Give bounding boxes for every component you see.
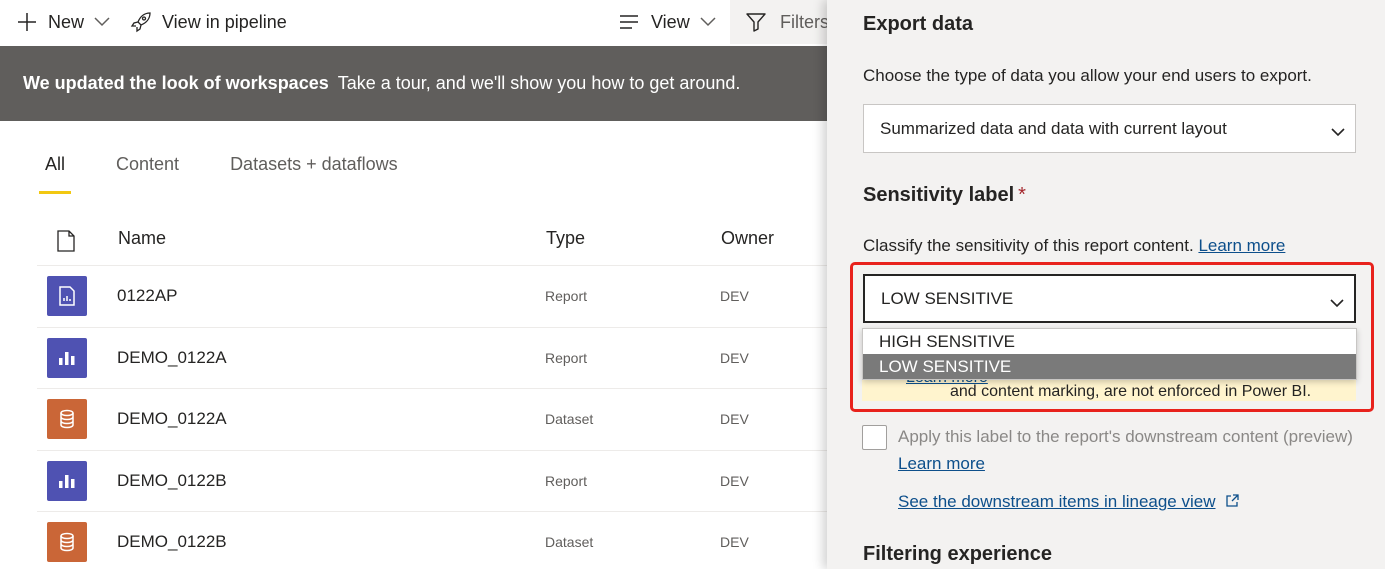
banner-text: Take a tour, and we'll show you how to g… — [337, 73, 741, 93]
item-type: Report — [545, 349, 588, 366]
column-type[interactable]: Type — [546, 228, 585, 249]
item-type: Report — [545, 288, 588, 304]
item-type: Report — [545, 472, 588, 489]
tab-datasets-dataflows[interactable]: Datasets + dataflows — [222, 150, 406, 186]
item-owner: DEV — [720, 349, 749, 366]
export-data-select[interactable]: Summarized data and data with current la… — [863, 104, 1356, 153]
item-type: Dataset — [545, 411, 594, 427]
item-type: Dataset — [545, 534, 594, 550]
new-button[interactable]: New — [16, 0, 110, 44]
required-marker: * — [1018, 184, 1026, 206]
filter-icon — [746, 12, 766, 32]
filters-button[interactable]: Filters — [730, 0, 830, 44]
tab-content[interactable]: Content — [108, 150, 187, 186]
view-in-pipeline-button[interactable]: View in pipeline — [130, 0, 287, 44]
item-name[interactable]: DEMO_0122A — [117, 409, 227, 429]
view-in-pipeline-label: View in pipeline — [162, 11, 287, 32]
export-data-heading: Export data — [863, 13, 974, 35]
sensitivity-label-heading: Sensitivity label * — [863, 184, 1026, 207]
export-data-description: Choose the type of data you allow your e… — [863, 66, 1312, 85]
report-chart-icon — [47, 337, 87, 378]
item-name[interactable]: DEMO_0122A — [117, 348, 227, 368]
table-row[interactable]: DEMO_0122B Report DEV — [37, 451, 837, 512]
view-button[interactable]: View — [619, 0, 716, 44]
plus-icon — [16, 11, 38, 33]
sensitivity-description-text: Classify the sensitivity of this report … — [863, 236, 1194, 255]
downstream-label-checkbox[interactable] — [862, 425, 887, 450]
table-row[interactable]: DEMO_0122A Dataset DEV — [37, 389, 837, 451]
chevron-down-icon — [1331, 122, 1345, 142]
highlight-annotation-box — [850, 262, 1374, 412]
item-owner: DEV — [720, 534, 749, 550]
rocket-icon — [130, 11, 152, 33]
downstream-checkbox-label: Apply this label to the report's downstr… — [898, 427, 1353, 446]
lineage-view-link[interactable]: See the downstream items in lineage view — [898, 492, 1216, 512]
view-label: View — [651, 11, 690, 32]
dataset-icon — [47, 399, 87, 439]
sensitivity-description: Classify the sensitivity of this report … — [863, 236, 1285, 256]
lineage-view-link-row[interactable]: See the downstream items in lineage view — [898, 492, 1239, 512]
column-name[interactable]: Name — [118, 228, 166, 249]
dataset-icon — [47, 522, 87, 562]
workspace-tour-banner[interactable]: We updated the look of workspaces Take a… — [0, 46, 830, 121]
table-row[interactable]: DEMO_0122B Dataset DEV — [37, 512, 837, 569]
sensitivity-learn-more-link[interactable]: Learn more — [1198, 236, 1285, 255]
export-data-value: Summarized data and data with current la… — [880, 118, 1227, 138]
table-header: Name Type Owner — [37, 210, 837, 266]
workspace-screen: New View in pipeline View Filters We upd… — [0, 0, 1385, 569]
lines-icon — [619, 15, 639, 29]
new-label: New — [48, 11, 85, 32]
report-page-icon — [47, 276, 87, 316]
item-name[interactable]: DEMO_0122B — [117, 471, 227, 491]
chevron-down-icon — [94, 17, 110, 27]
table-row[interactable]: DEMO_0122A Report DEV — [37, 328, 837, 389]
item-name[interactable]: DEMO_0122B — [117, 532, 227, 552]
file-type-icon — [57, 230, 75, 257]
filtering-experience-heading: Filtering experience — [863, 543, 1052, 565]
item-owner: DEV — [720, 411, 749, 427]
item-owner: DEV — [720, 472, 749, 489]
tab-all[interactable]: All — [37, 150, 73, 194]
item-name[interactable]: 0122AP — [117, 286, 178, 306]
downstream-learn-more-link[interactable]: Learn more — [898, 454, 985, 474]
chevron-down-icon — [700, 17, 716, 27]
item-owner: DEV — [720, 288, 749, 304]
content-tabs: All Content Datasets + dataflows — [37, 150, 441, 194]
report-chart-icon — [47, 460, 87, 501]
sensitivity-label-title: Sensitivity label — [863, 184, 1015, 206]
filters-label: Filters — [780, 11, 829, 32]
workspace-items-table: Name Type Owner 0122AP Report DEV DEMO_0… — [37, 210, 837, 569]
table-row[interactable]: 0122AP Report DEV — [37, 266, 837, 328]
column-owner[interactable]: Owner — [721, 228, 774, 249]
external-link-icon — [1216, 492, 1239, 512]
banner-title: We updated the look of workspaces — [23, 73, 329, 93]
